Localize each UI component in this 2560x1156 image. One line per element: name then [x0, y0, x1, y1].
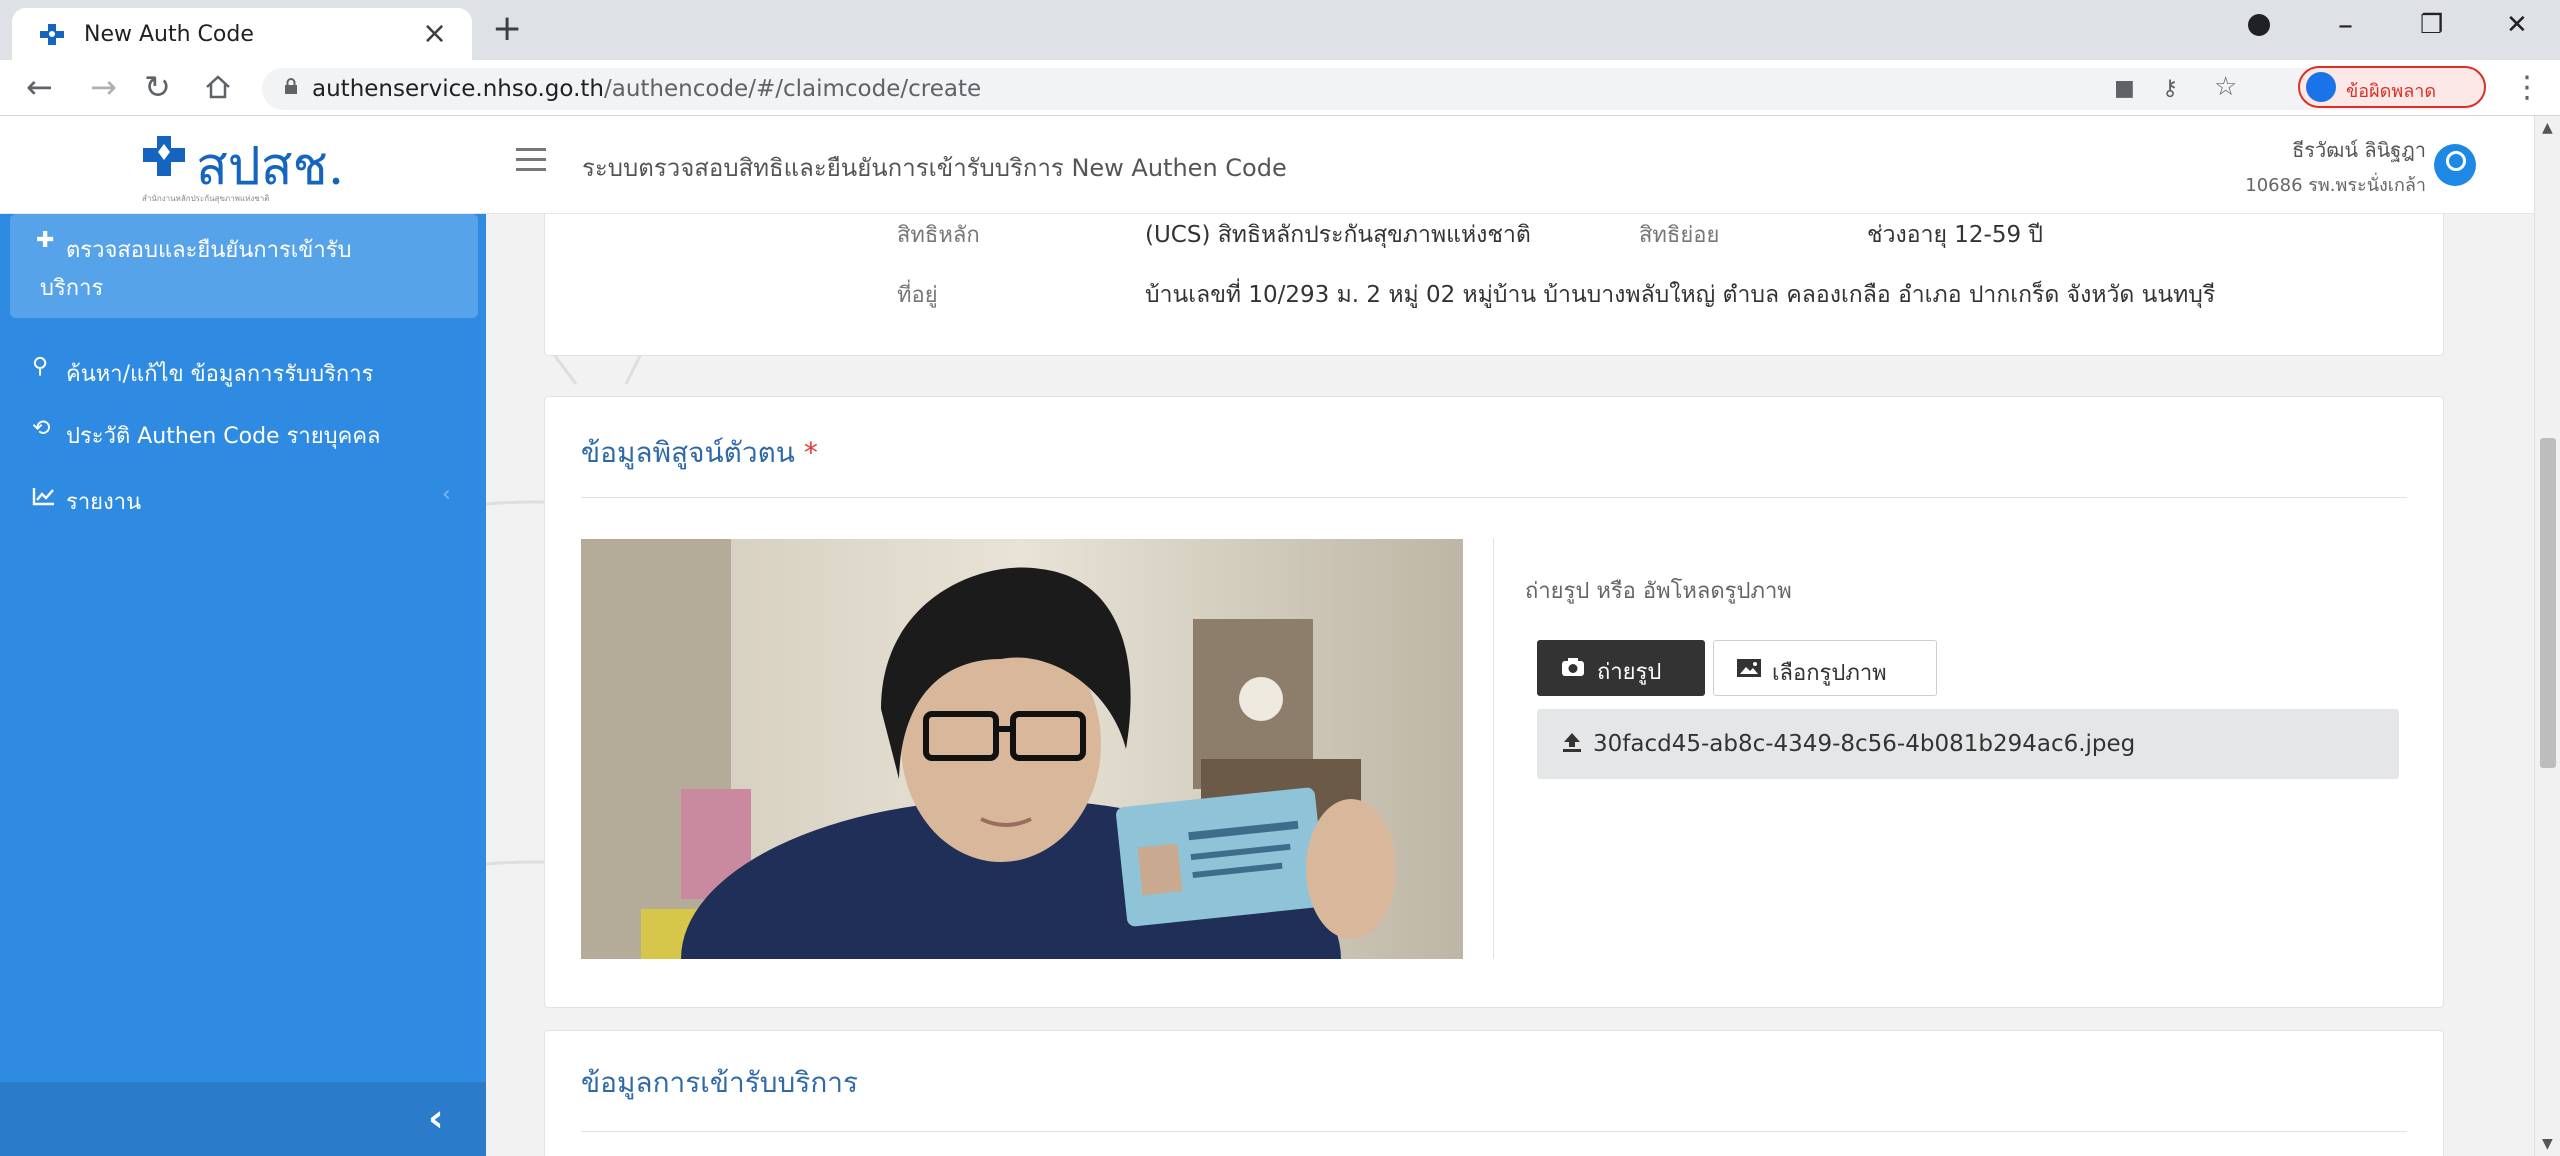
bookmark-star-icon[interactable]: ☆	[2214, 72, 2237, 102]
forward-arrow-icon[interactable]: →	[90, 68, 117, 106]
required-mark: *	[803, 436, 818, 469]
subright-label: สิทธิย่อย	[1639, 223, 1720, 248]
tab-close-icon[interactable]: ×	[422, 16, 447, 51]
profile-error-button[interactable]: ข้อผิดพลาด	[2298, 66, 2486, 108]
page-title: ระบบตรวจสอบสิทธิและยืนยันการเข้ารับบริกา…	[582, 154, 1287, 182]
user-avatar-icon[interactable]	[2434, 144, 2476, 186]
sidebar-item-label: ประวัติ Authen Code รายบุคคล	[66, 424, 381, 449]
sidebar: ✚ ตรวจสอบและยืนยันการเข้ารับ บริการ ⚲ ค้…	[0, 214, 486, 1156]
camera-icon	[1562, 658, 1584, 676]
browser-tabstrip: New Auth Code × + – ❐ ✕	[0, 0, 2560, 60]
uploaded-file-name: 30facd45-ab8c-4349-8c56-4b081b294ac6.jpe…	[1593, 731, 2136, 757]
browser-menu-icon[interactable]: ⋮	[2512, 70, 2542, 105]
section-divider	[581, 497, 2407, 498]
browser-record-icon[interactable]	[2248, 14, 2270, 36]
scroll-down-arrow-icon[interactable]: ▼	[2542, 1136, 2553, 1152]
identity-photo	[581, 539, 1463, 959]
service-section-title: ข้อมูลการเข้ารับบริการ	[581, 1066, 859, 1099]
choose-image-button[interactable]: เลือกรูปภาพ	[1713, 640, 1937, 696]
nhso-favicon-icon	[40, 24, 64, 45]
sidebar-item-label-line2: บริการ	[40, 276, 104, 301]
app-header: สปสช. สำนักงานหลักประกันสุขภาพแห่งชาติ ร…	[0, 116, 2534, 214]
chevron-left-icon: ‹	[442, 482, 451, 507]
address-value: บ้านเลขที่ 10/293 ม. 2 หมู่ 02 หมู่บ้าน …	[1145, 282, 2216, 308]
key-icon[interactable]: ⚷	[2162, 76, 2178, 101]
right-label: สิทธิหลัก	[897, 223, 980, 248]
uploaded-file-row[interactable]: 30facd45-ab8c-4349-8c56-4b081b294ac6.jpe…	[1537, 709, 2399, 779]
plus-cross-icon: ✚	[36, 228, 55, 253]
patient-info-card: สิทธิหลัก (UCS) สิทธิหลักประกันสุขภาพแห่…	[544, 214, 2444, 356]
browser-tab[interactable]: New Auth Code ×	[12, 8, 472, 60]
profile-error-label: ข้อผิดพลาด	[2346, 81, 2437, 102]
right-value: (UCS) สิทธิหลักประกันสุขภาพแห่งชาติ	[1145, 222, 1531, 248]
url-path: /authencode/#/claimcode/create	[603, 76, 982, 102]
sidebar-item-label: ตรวจสอบและยืนยันการเข้ารับ	[66, 238, 352, 263]
identity-proof-card: ข้อมูลพิสูจน์ตัวตน * ถ่ายรูป หรือ อัพโหล…	[544, 396, 2444, 1008]
subright-value: ช่วงอายุ 12-59 ปี	[1867, 222, 2044, 248]
address-bar[interactable]: authenservice.nhso.go.th/authencode/#/cl…	[262, 68, 2484, 110]
back-arrow-icon[interactable]: ←	[26, 68, 53, 106]
address-label: ที่อยู่	[897, 283, 938, 308]
sidebar-item-verify-service[interactable]: ✚ ตรวจสอบและยืนยันการเข้ารับ บริการ	[10, 214, 478, 318]
take-photo-label: ถ่ายรูป	[1597, 660, 1662, 685]
camera-in-use-icon[interactable]: ■	[2114, 76, 2135, 101]
url-text: authenservice.nhso.go.th/authencode/#/cl…	[312, 76, 981, 102]
vertical-divider	[1493, 539, 1494, 959]
scroll-up-arrow-icon[interactable]: ▲	[2542, 120, 2553, 136]
identity-section-title: ข้อมูลพิสูจน์ตัวตน *	[581, 431, 818, 475]
person-holding-id-card-image	[581, 539, 1463, 959]
user-unit: 10686 รพ.พระนั่งเกล้า	[2245, 175, 2426, 196]
sidebar-item-history[interactable]: ⟲ ประวัติ Authen Code รายบุคคล	[0, 406, 486, 454]
logo-subtext: สำนักงานหลักประกันสุขภาพแห่งชาติ	[142, 194, 270, 203]
scroll-thumb[interactable]	[2540, 438, 2556, 768]
service-info-card: ข้อมูลการเข้ารับบริการ	[544, 1030, 2444, 1156]
reload-icon[interactable]: ↻	[144, 68, 171, 106]
url-host: authenservice.nhso.go.th	[312, 76, 604, 102]
identity-title-text: ข้อมูลพิสูจน์ตัวตน	[581, 436, 795, 469]
tab-title: New Auth Code	[84, 22, 254, 47]
hamburger-menu-icon[interactable]	[516, 148, 546, 174]
profile-avatar-icon	[2306, 72, 2336, 102]
new-tab-button[interactable]: +	[492, 8, 522, 49]
sidebar-item-report[interactable]: รายงาน ‹	[0, 472, 486, 520]
history-icon: ⟲	[32, 416, 51, 441]
user-name: ธีรวัฒน์ ลินิฐฎา	[2292, 138, 2426, 162]
close-window-button[interactable]: ✕	[2506, 10, 2528, 40]
nhso-logo-icon	[143, 136, 185, 176]
upload-icon	[1563, 733, 1581, 752]
chart-line-icon	[32, 488, 54, 506]
nhso-logo[interactable]: สปสช. สำนักงานหลักประกันสุขภาพแห่งชาติ	[140, 130, 380, 210]
lock-icon	[285, 78, 297, 94]
image-icon	[1737, 659, 1761, 677]
take-photo-button[interactable]: ถ่ายรูป	[1537, 640, 1705, 696]
minimize-button[interactable]: –	[2338, 8, 2353, 43]
browser-toolbar: ← → ↻ authenservice.nhso.go.th/authencod…	[0, 60, 2560, 116]
choose-image-label: เลือกรูปภาพ	[1772, 661, 1887, 686]
page-scrollbar[interactable]: ▲ ▼	[2534, 116, 2560, 1156]
sidebar-item-label: รายงาน	[66, 490, 142, 515]
collapse-sidebar-button[interactable]: ‹	[428, 1096, 444, 1140]
home-icon[interactable]	[204, 74, 232, 100]
restore-button[interactable]: ❐	[2420, 10, 2443, 40]
sidebar-item-label: ค้นหา/แก้ไข ข้อมูลการรับบริการ	[66, 362, 374, 387]
section-divider	[581, 1131, 2407, 1132]
sidebar-collapse-bar: ‹	[0, 1082, 486, 1156]
sidebar-item-search-edit[interactable]: ⚲ ค้นหา/แก้ไข ข้อมูลการรับบริการ	[0, 344, 486, 392]
main-content: สิทธิหลัก (UCS) สิทธิหลักประกันสุขภาพแห่…	[486, 214, 2534, 1156]
search-icon: ⚲	[32, 354, 49, 379]
upload-hint: ถ่ายรูป หรือ อัพโหลดรูปภาพ	[1525, 579, 1792, 604]
